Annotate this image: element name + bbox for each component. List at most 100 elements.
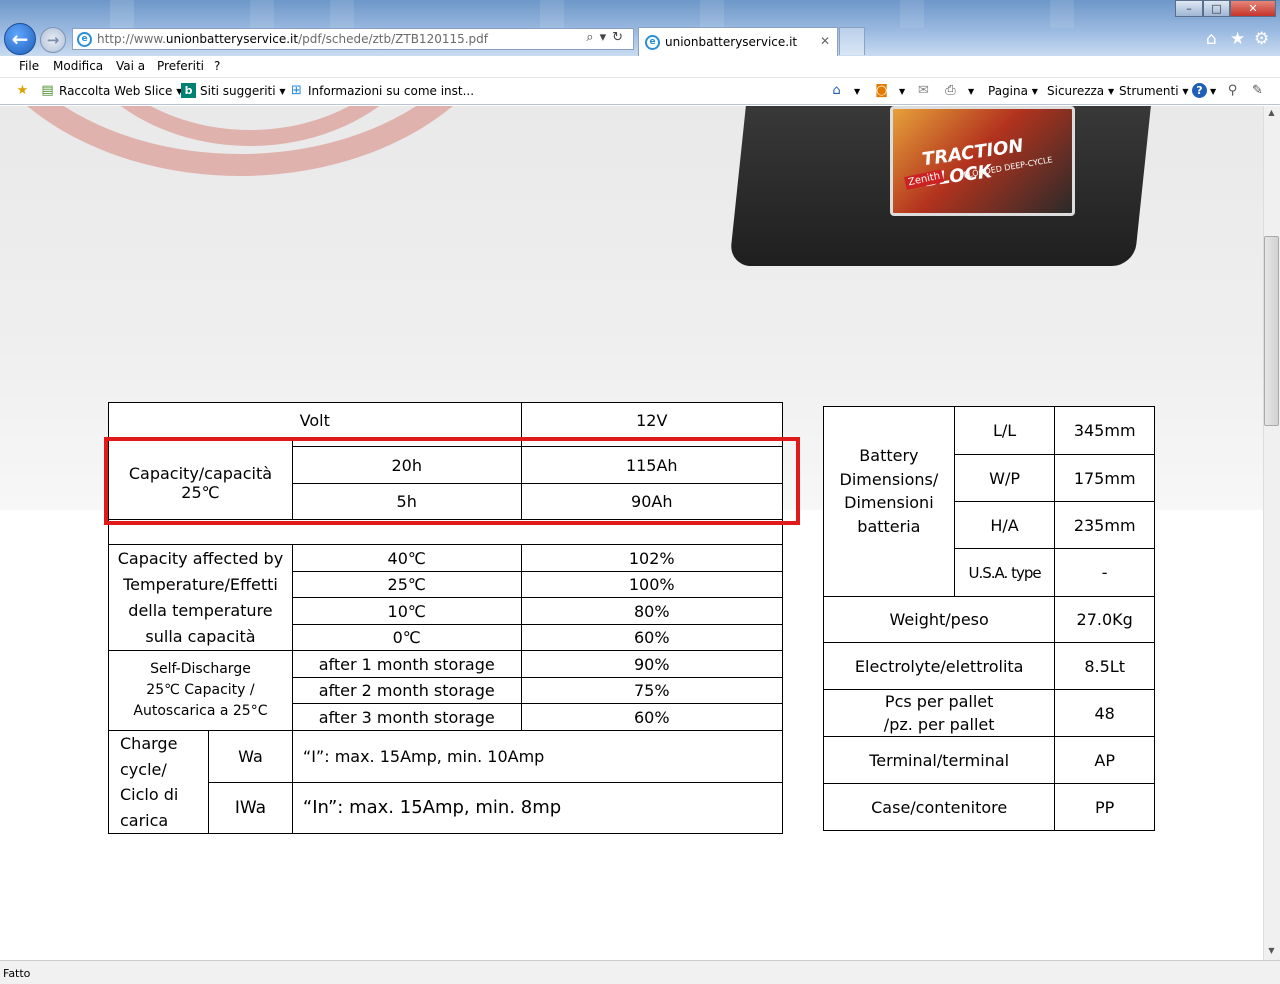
home-icon[interactable]: ⌂ <box>829 83 844 98</box>
sd-label-line: 25℃ Capacity / <box>146 682 255 698</box>
background-decoration <box>540 0 564 28</box>
temp-label-line: della temperature <box>128 600 273 620</box>
blog-icon[interactable]: ✎ <box>1250 83 1265 98</box>
fav-info[interactable]: Informazioni su come inst... <box>308 84 474 98</box>
chevron-down-icon[interactable]: ▼ <box>968 87 974 96</box>
charge-label-line: cycle/ <box>120 759 167 779</box>
background-decoration <box>330 0 354 28</box>
settings-gear-icon[interactable]: ⚙ <box>1254 29 1269 49</box>
charge-label-line: carica <box>120 810 169 830</box>
cmd-tools-label: Strumenti <box>1119 84 1179 98</box>
help-icon[interactable]: ? <box>1192 83 1207 98</box>
highlight-box <box>104 437 800 525</box>
table-row: IWa “In”: max. 15Amp, min. 8mp <box>109 781 784 834</box>
temp-percent: 102% <box>520 544 783 572</box>
storage-percent: 75% <box>520 677 783 704</box>
sd-label-line: Autoscarica a 25°C <box>133 703 268 719</box>
research-icon[interactable]: ⚲ <box>1225 83 1240 98</box>
web-slice-icon: ▤ <box>41 83 54 98</box>
charge-cycle-label: Charge cycle/ Ciclo di carica <box>108 730 209 834</box>
temp-percent: 100% <box>520 571 783 598</box>
fav-suggested[interactable]: Siti suggeriti ▼ <box>200 84 286 98</box>
cmd-page-label: Pagina <box>988 84 1028 98</box>
dims-label-line: batteria <box>857 516 921 536</box>
cmd-page[interactable]: Pagina ▼ <box>988 84 1038 98</box>
dimension-key: W/P <box>953 454 1056 502</box>
chevron-down-icon: ▼ <box>1182 87 1189 96</box>
spec-key: Terminal/terminal <box>822 736 1056 784</box>
cmd-security[interactable]: Sicurezza ▼ <box>1047 84 1114 98</box>
maximize-button[interactable]: □ <box>1203 0 1230 17</box>
ie-page-icon: e <box>77 32 92 47</box>
dimension-value: 175mm <box>1054 454 1155 502</box>
scrollbar-thumb[interactable] <box>1264 236 1279 426</box>
search-refresh-icons[interactable]: ⌕▾↻ <box>586 30 629 45</box>
storage-percent: 60% <box>520 703 783 731</box>
favorites-star-icon[interactable]: ★ <box>1230 29 1245 49</box>
dimension-key: L/L <box>953 406 1056 455</box>
table-row: Battery Dimensions/ Dimensioni batteria … <box>823 406 1155 597</box>
favorites-star-add-icon[interactable]: ★ <box>15 83 30 98</box>
fav-web-slice-label: Raccolta Web Slice <box>59 84 173 98</box>
scroll-down-arrow-icon[interactable]: ▼ <box>1264 946 1279 955</box>
temp-value: 0℃ <box>291 624 522 651</box>
status-bar: Fatto <box>0 960 1280 984</box>
back-button[interactable]: ← <box>4 23 36 55</box>
tab-close-icon[interactable]: ✕ <box>820 34 830 48</box>
forward-button[interactable]: → <box>40 27 66 53</box>
dimension-value: 235mm <box>1054 501 1155 549</box>
temp-effect-label: Capacity affected by Temperature/Effetti… <box>108 544 293 651</box>
new-tab-button[interactable] <box>839 27 865 55</box>
print-icon[interactable]: ⎙ <box>943 83 958 98</box>
storage-period: after 1 month storage <box>291 650 522 678</box>
address-bar[interactable]: e http://www. unionbatteryservice.it/pdf/… <box>72 28 634 50</box>
storage-period: after 2 month storage <box>291 677 522 704</box>
menu-help[interactable]: ? <box>214 59 220 73</box>
table-row: Charge cycle/ Ciclo di carica Wa “I”: ma… <box>108 730 784 834</box>
menu-bar: File Modifica Vai a Preferiti ? <box>0 56 1280 78</box>
table-row: Weight/peso 27.0Kg <box>822 596 1155 643</box>
ie-tab-icon: e <box>645 35 660 50</box>
temp-label-line: Capacity affected by <box>117 548 284 568</box>
rss-feed-icon[interactable]: ◙ <box>874 83 889 98</box>
table-row: Terminal/terminal AP <box>822 736 1155 784</box>
pdf-content: TRACTION BLOCK FLOODED DEEP-CYCLE Zenith… <box>0 106 1263 960</box>
dims-label-line: Dimensioni <box>844 493 934 512</box>
storage-percent: 90% <box>520 650 783 678</box>
tab-active[interactable]: e unionbatteryservice.it ✕ <box>638 27 838 56</box>
status-text: Fatto <box>3 967 31 980</box>
close-window-button[interactable]: ✕ <box>1230 0 1276 17</box>
cmd-tools[interactable]: Strumenti ▼ <box>1119 84 1189 98</box>
url-prefix: http://www. <box>97 32 166 46</box>
charge-label-line: Ciclo di <box>120 785 179 804</box>
vertical-scrollbar[interactable] <box>1263 106 1280 960</box>
browser-window: ← → e http://www. unionbatteryservice.it /… <box>0 0 1280 984</box>
chevron-down-icon: ▼ <box>1108 87 1115 96</box>
url-path: /pdf/schede/ztb/ZTB120115.pdf <box>298 32 489 46</box>
menu-preferiti[interactable]: Preferiti <box>157 59 204 73</box>
menu-modifica[interactable]: Modifica <box>53 59 103 73</box>
volt-label: Volt <box>108 402 522 439</box>
background-decoration <box>110 0 134 28</box>
home-icon[interactable]: ⌂ <box>1206 29 1217 49</box>
menu-vai-a[interactable]: Vai a <box>116 59 145 73</box>
scroll-up-arrow-icon[interactable]: ▲ <box>1264 108 1279 117</box>
temp-label-line: Temperature/Effetti <box>123 574 278 594</box>
minimize-button[interactable]: – <box>1175 0 1203 17</box>
mail-icon[interactable]: ✉ <box>916 83 931 98</box>
table-row: Electrolyte/elettrolita 8.5Lt <box>822 642 1155 690</box>
spec-key: Electrolyte/elettrolita <box>822 642 1056 690</box>
menu-file[interactable]: File <box>19 59 39 73</box>
table-row: Volt 12V <box>108 402 783 439</box>
spec-value: 27.0Kg <box>1054 596 1155 643</box>
title-bar: ← → e http://www. unionbatteryservice.it /… <box>0 0 1280 56</box>
fav-web-slice[interactable]: Raccolta Web Slice ▼ <box>59 84 182 98</box>
dimensions-table: Battery Dimensions/ Dimensioni batteria … <box>822 406 1155 831</box>
chevron-down-icon[interactable]: ▼ <box>1210 87 1216 96</box>
spec-value: 8.5Lt <box>1054 642 1155 690</box>
chevron-down-icon[interactable]: ▼ <box>854 87 860 96</box>
spec-value: 48 <box>1054 689 1155 737</box>
favorites-bar: ★ ▤ Raccolta Web Slice ▼ b Siti suggerit… <box>0 78 1280 105</box>
windows-icon: ⊞ <box>291 83 302 98</box>
chevron-down-icon[interactable]: ▼ <box>899 87 905 96</box>
